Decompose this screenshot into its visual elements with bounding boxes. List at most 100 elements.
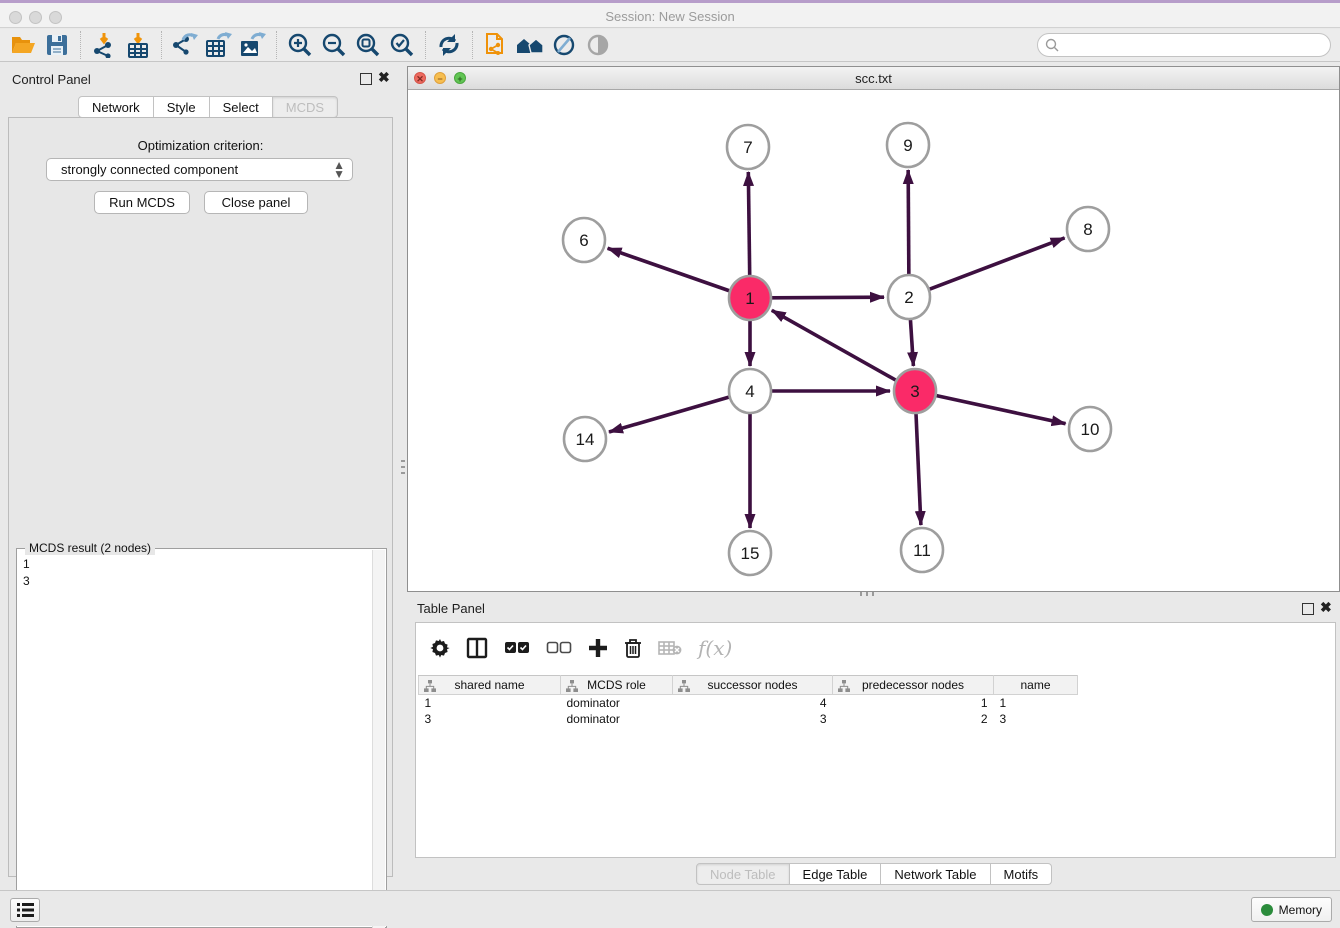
graph-edge-4-14[interactable] (609, 397, 729, 432)
window-title: Session: New Session (0, 9, 1340, 24)
column-header-mcds-role[interactable]: MCDS role (561, 676, 673, 695)
table-row[interactable]: 1 dominator 4 1 1 (419, 695, 1078, 711)
graph-node-10[interactable]: 10 (1069, 407, 1111, 451)
tree-icon (678, 680, 690, 695)
node-table: shared name MCDS role successor nodes pr… (418, 675, 1078, 727)
column-header-name[interactable]: name (994, 676, 1078, 695)
main-toolbar (0, 29, 1340, 62)
table-panel: Table Panel ✖ f(x) (407, 597, 1340, 890)
result-scrollbar[interactable] (372, 550, 385, 928)
tab-style[interactable]: Style (154, 96, 210, 118)
gear-icon[interactable] (430, 638, 450, 658)
new-network-file-icon[interactable] (479, 30, 513, 60)
memory-status-icon (1261, 904, 1273, 916)
float-panel-icon[interactable] (1302, 603, 1314, 615)
task-history-button[interactable] (10, 898, 40, 922)
toolbar-separator (472, 31, 473, 59)
zoom-out-icon[interactable] (317, 30, 351, 60)
add-icon[interactable] (588, 638, 608, 658)
graph-node-11[interactable]: 11 (901, 528, 943, 572)
main-titlebar: Session: New Session (0, 0, 1340, 28)
column-header-predecessor-nodes[interactable]: predecessor nodes (833, 676, 994, 695)
status-bar: Memory (0, 890, 1340, 926)
close-panel-button[interactable]: Close panel (204, 191, 308, 214)
search-field[interactable] (1037, 33, 1331, 57)
graph-node-6[interactable]: 6 (563, 218, 605, 262)
tab-node-table[interactable]: Node Table (696, 863, 790, 885)
toolbar-separator (276, 31, 277, 59)
save-icon[interactable] (40, 30, 74, 60)
svg-text:1: 1 (745, 289, 754, 308)
no-style-icon[interactable] (547, 30, 581, 60)
graph-node-14[interactable]: 14 (564, 417, 606, 461)
criterion-select[interactable]: strongly connected component ▲▼ (46, 158, 353, 181)
graph-node-15[interactable]: 15 (729, 531, 771, 575)
graph-edge-3-10[interactable] (936, 396, 1065, 424)
network-graph-canvas[interactable]: 1 2 3 4 6 7 8 9 10 11 14 15 (408, 90, 1339, 591)
graph-edge-1-2[interactable] (772, 297, 884, 298)
export-image-icon[interactable] (236, 30, 270, 60)
float-panel-icon[interactable] (360, 73, 372, 85)
horizontal-splitter[interactable] (860, 592, 874, 596)
mcds-result-text[interactable]: 1 3 (23, 556, 30, 590)
column-header-shared-name[interactable]: shared name (419, 676, 561, 695)
eye-icon (581, 30, 615, 60)
network-window-titlebar[interactable]: ✕ − + scc.txt (408, 67, 1339, 90)
deselect-all-icon[interactable] (546, 641, 572, 655)
search-input[interactable] (1059, 35, 1330, 55)
graph-node-7[interactable]: 7 (727, 125, 769, 169)
graph-node-8[interactable]: 8 (1067, 207, 1109, 251)
import-network-icon[interactable] (87, 30, 121, 60)
memory-button[interactable]: Memory (1251, 897, 1332, 922)
svg-text:8: 8 (1083, 220, 1092, 239)
zoom-in-icon[interactable] (283, 30, 317, 60)
graph-node-3[interactable]: 3 (894, 369, 936, 413)
column-header-successor-nodes[interactable]: successor nodes (673, 676, 833, 695)
tab-motifs[interactable]: Motifs (991, 863, 1053, 885)
refresh-icon[interactable] (432, 30, 466, 60)
svg-text:10: 10 (1081, 420, 1100, 439)
graph-node-4[interactable]: 4 (729, 369, 771, 413)
close-panel-icon[interactable]: ✖ (1320, 599, 1332, 616)
import-table-icon[interactable] (121, 30, 155, 60)
svg-text:9: 9 (903, 136, 912, 155)
svg-text:14: 14 (576, 430, 595, 449)
tab-mcds[interactable]: MCDS (273, 96, 338, 118)
trash-icon[interactable] (624, 638, 642, 658)
graph-edge-2-3[interactable] (910, 319, 913, 366)
export-table-icon[interactable] (202, 30, 236, 60)
export-network-icon[interactable] (168, 30, 202, 60)
zoom-selected-icon[interactable] (385, 30, 419, 60)
tab-network-table[interactable]: Network Table (881, 863, 990, 885)
select-all-icon[interactable] (504, 641, 530, 655)
tab-select[interactable]: Select (210, 96, 273, 118)
run-mcds-button[interactable]: Run MCDS (94, 191, 190, 214)
open-folder-icon[interactable] (6, 30, 40, 60)
graph-edge-2-8[interactable] (930, 238, 1065, 289)
table-row[interactable]: 3 dominator 3 2 3 (419, 711, 1078, 727)
tab-edge-table[interactable]: Edge Table (790, 863, 882, 885)
svg-text:7: 7 (743, 138, 752, 157)
graph-node-9[interactable]: 9 (887, 123, 929, 167)
graph-edge-2-9[interactable] (908, 170, 909, 275)
graph-edge-1-7[interactable] (748, 172, 749, 276)
graph-edge-3-11[interactable] (916, 413, 921, 525)
vertical-splitter[interactable] (401, 460, 405, 474)
tab-network[interactable]: Network (78, 96, 154, 118)
mcds-result-label: MCDS result (2 nodes) (25, 541, 155, 555)
graph-edge-1-6[interactable] (608, 248, 730, 290)
zoom-fit-icon[interactable] (351, 30, 385, 60)
close-panel-icon[interactable]: ✖ (378, 69, 390, 86)
graph-node-2[interactable]: 2 (888, 275, 930, 319)
mcds-panel-body: Optimization criterion: strongly connect… (8, 117, 393, 877)
mcds-result-group: MCDS result (2 nodes) 1 3 (16, 548, 387, 928)
graph-edge-3-1[interactable] (772, 310, 896, 380)
table-tabs: Node Table Edge Table Network Table Moti… (696, 863, 1052, 885)
columns-icon[interactable] (466, 637, 488, 659)
tree-icon (424, 680, 436, 695)
delete-table-icon (658, 640, 682, 656)
home-icon[interactable] (513, 30, 547, 60)
criterion-value: strongly connected component (61, 162, 238, 177)
optimization-criterion-label: Optimization criterion: (9, 138, 392, 153)
graph-node-1[interactable]: 1 (729, 276, 771, 320)
